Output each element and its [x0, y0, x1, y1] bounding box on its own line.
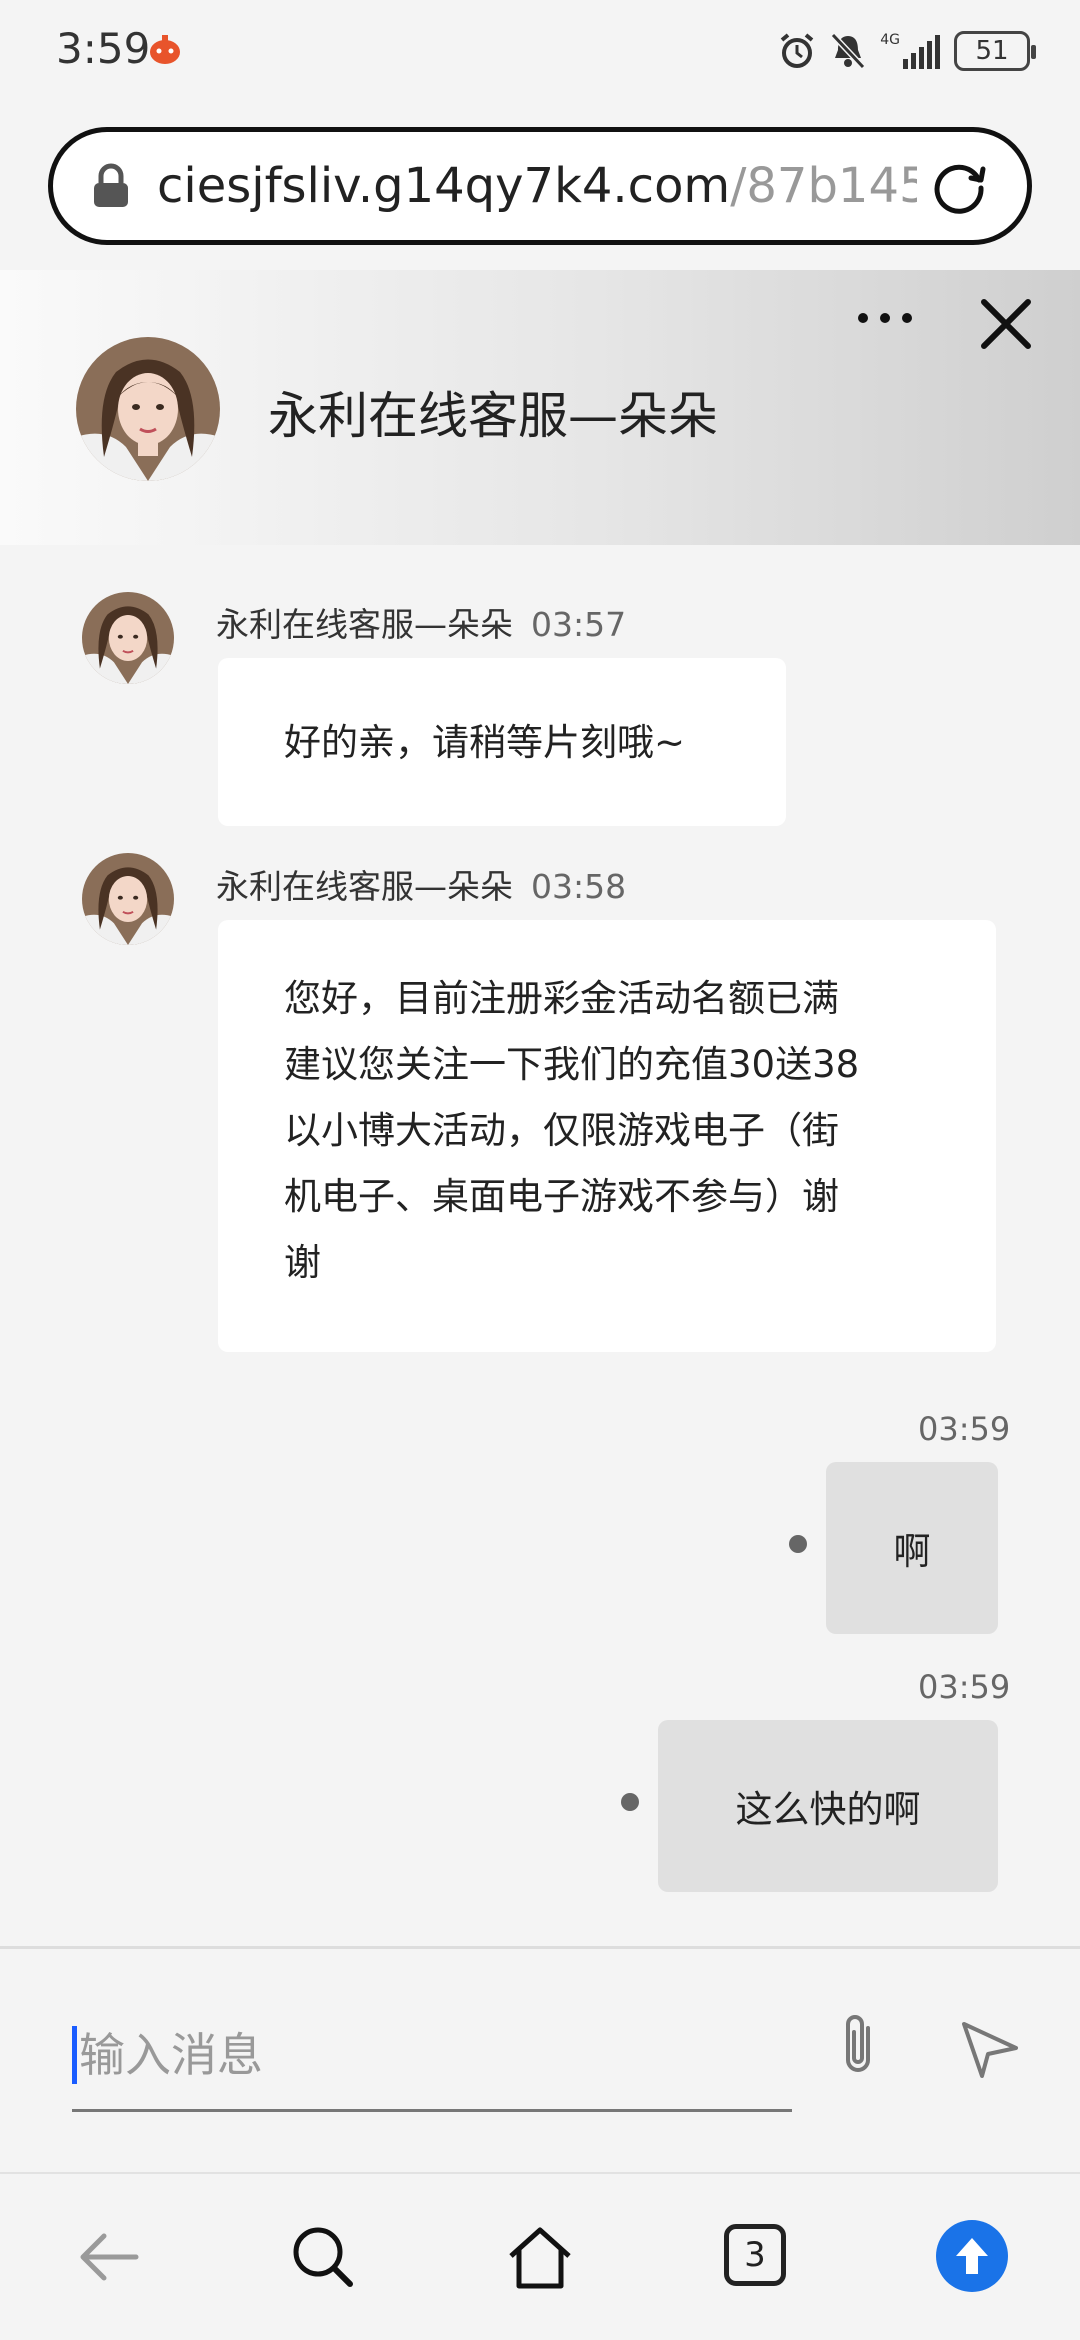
attachment-icon[interactable] — [828, 2010, 888, 2080]
agent-avatar — [76, 337, 220, 481]
url-path: /87b145b4 — [730, 158, 917, 214]
battery-level: 51 — [975, 36, 1009, 66]
outgoing-message-bubble: 啊 — [826, 1462, 998, 1634]
message-time: 03:59 — [918, 1668, 1011, 1706]
message-line: 谢 — [284, 1241, 321, 1284]
send-icon[interactable] — [958, 2016, 1022, 2080]
sender-name: 永利在线客服—朵朵 — [216, 605, 513, 644]
search-icon[interactable] — [288, 2222, 358, 2292]
incoming-message-bubble: 好的亲，请稍等片刻哦~ — [218, 658, 786, 826]
sender-name: 永利在线客服—朵朵 — [216, 867, 513, 906]
message-text: 啊 — [893, 1530, 931, 1573]
battery-indicator: 51 — [954, 31, 1036, 71]
outgoing-message-bubble: 这么快的啊 — [658, 1720, 998, 1892]
url-host: ciesjfsliv.g14qy7k4.com — [157, 158, 731, 214]
message-meta: 永利在线客服—朵朵 03:58 — [216, 860, 626, 908]
message-avatar — [82, 853, 174, 945]
back-arrow-icon[interactable] — [74, 2222, 144, 2292]
message-line: 您好，目前注册彩金活动名额已满 — [284, 977, 839, 1020]
reload-icon[interactable] — [927, 154, 991, 218]
message-time: 03:57 — [531, 605, 627, 644]
sent-status-dot — [621, 1793, 639, 1811]
url-bar[interactable]: ciesjfsliv.g14qy7k4.com/87b145b4 — [48, 127, 1032, 245]
status-time: 3:59 — [56, 24, 151, 73]
close-icon[interactable] — [978, 296, 1034, 352]
incoming-message-bubble: 您好，目前注册彩金活动名额已满 建议您关注一下我们的充值30送38 以小博大活动… — [218, 920, 996, 1352]
tab-count: 3 — [744, 2235, 766, 2275]
url-text[interactable]: ciesjfsliv.g14qy7k4.com/87b145b4 — [157, 158, 917, 214]
alarm-icon — [780, 33, 814, 68]
message-line: 机电子、桌面电子游戏不参与）谢 — [284, 1175, 839, 1218]
message-line: 以小博大活动，仅限游戏电子（街 — [284, 1109, 839, 1152]
message-input[interactable] — [79, 2027, 719, 2082]
tabs-button[interactable]: 3 — [724, 2224, 786, 2286]
text-cursor — [72, 2025, 77, 2084]
mute-icon — [831, 32, 866, 70]
message-time: 03:59 — [918, 1410, 1011, 1448]
message-time: 03:58 — [531, 867, 627, 906]
app-notification-icon — [150, 35, 180, 64]
message-line: 建议您关注一下我们的充值30送38 — [284, 1043, 860, 1086]
chat-title: 永利在线客服—朵朵 — [268, 387, 718, 445]
message-text: 这么快的啊 — [735, 1788, 921, 1831]
message-text: 好的亲，请稍等片刻哦~ — [284, 721, 686, 764]
message-input-field[interactable] — [72, 2000, 792, 2112]
arrow-up-icon — [956, 2238, 988, 2274]
signal-icon: 4G — [880, 33, 940, 69]
upload-button[interactable] — [936, 2220, 1008, 2292]
status-icons: 4G 51 — [778, 28, 1036, 74]
status-bar: 3:59 4G 51 — [0, 0, 1080, 105]
more-options-icon[interactable] — [852, 300, 918, 336]
lock-icon — [94, 163, 128, 207]
sent-status-dot — [789, 1535, 807, 1553]
message-avatar — [82, 592, 174, 684]
message-meta: 永利在线客服—朵朵 03:57 — [216, 598, 626, 646]
home-icon[interactable] — [505, 2222, 575, 2292]
